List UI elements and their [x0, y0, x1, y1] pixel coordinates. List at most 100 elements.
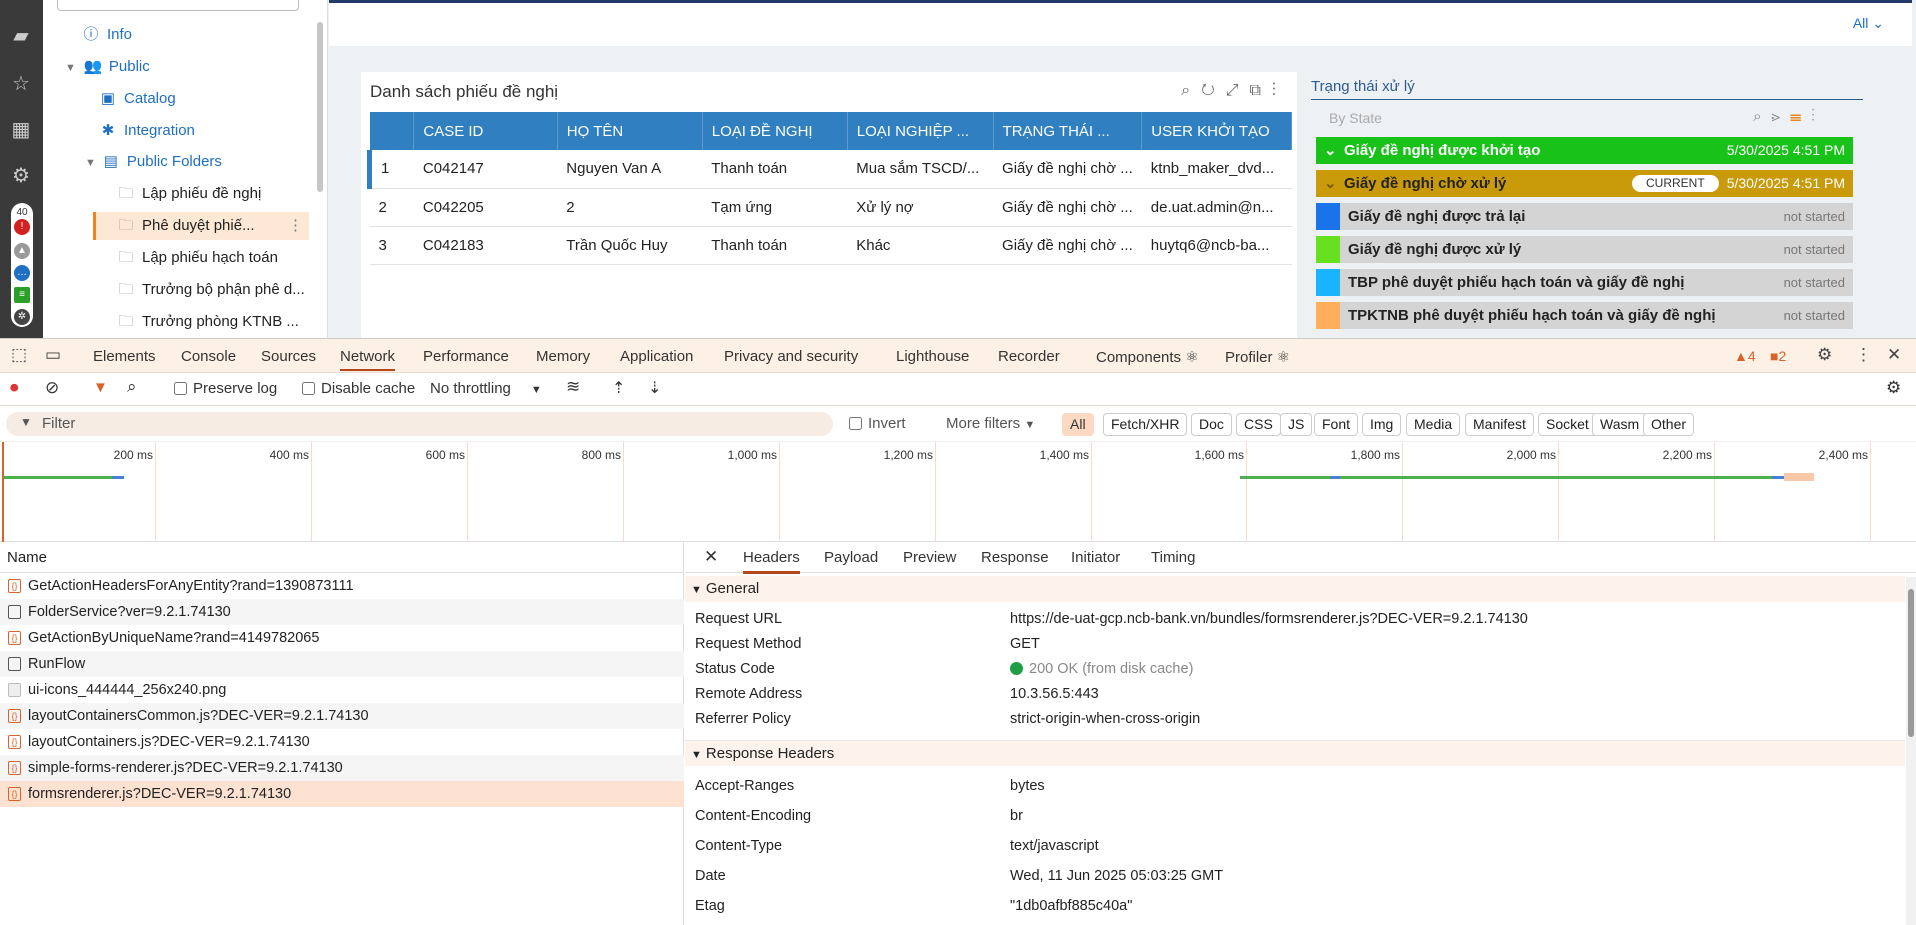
tab-recorder[interactable]: Recorder: [998, 348, 1060, 365]
warnings-counter[interactable]: ▲4: [1734, 348, 1756, 364]
column-header[interactable]: HỌ TÊN: [557, 112, 703, 150]
invert-checkbox[interactable]: Invert: [849, 415, 906, 432]
column-header[interactable]: LOẠI NGHIỆP ...: [847, 112, 994, 150]
tab-sources[interactable]: Sources: [261, 348, 316, 365]
search-icon[interactable]: ⌕: [1753, 108, 1771, 125]
clear-icon[interactable]: ⊘: [45, 378, 59, 398]
scrollbar-thumb[interactable]: [1908, 589, 1914, 737]
inspect-element-icon[interactable]: ⬚: [11, 345, 27, 365]
chat-icon[interactable]: …: [14, 265, 30, 281]
type-filter-doc[interactable]: Doc: [1191, 413, 1232, 436]
more-vertical-icon[interactable]: ⋮: [288, 212, 303, 240]
popout-icon[interactable]: ⧉: [1250, 82, 1272, 99]
type-filter-css[interactable]: CSS: [1236, 413, 1281, 436]
tree-search-box[interactable]: [57, 0, 299, 11]
tree-item-folder[interactable]: 🗀 Lập phiếu đề nghị: [117, 180, 261, 208]
more-vertical-icon[interactable]: ⋮: [1811, 108, 1825, 125]
tab-preview[interactable]: Preview: [903, 549, 956, 566]
tab-performance[interactable]: Performance: [423, 348, 509, 365]
tree-item-folder[interactable]: 🗀 Trưởng phòng KTNB ...: [117, 308, 298, 336]
checkbox[interactable]: [174, 382, 187, 395]
type-filter-media[interactable]: Media: [1406, 413, 1461, 436]
warning-icon[interactable]: ▲: [14, 243, 30, 259]
filter-funnel-icon[interactable]: ▼: [93, 379, 108, 396]
more-filters-dropdown[interactable]: More filters ▼: [946, 415, 1035, 432]
name-column-header[interactable]: Name: [0, 542, 684, 573]
expand-down-icon[interactable]: ▼: [85, 157, 96, 169]
column-header[interactable]: TRẠNG THÁI ...: [993, 112, 1143, 150]
state-row[interactable]: Giấy đề nghị được trả lại not started: [1316, 203, 1853, 230]
filter-input[interactable]: ▼ Filter: [6, 412, 833, 436]
response-headers-section-header[interactable]: ▼ Response Headers: [685, 740, 1905, 766]
grid-icon[interactable]: ▦: [9, 118, 33, 142]
state-row[interactable]: TPKTNB phê duyệt phiếu hạch toán và giấy…: [1316, 302, 1853, 329]
by-state-dropdown[interactable]: By State: [1329, 110, 1382, 126]
search-icon[interactable]: ⌕: [127, 377, 137, 397]
tree-item-folder[interactable]: 🗀 Lập phiếu hạch toán: [117, 244, 277, 272]
type-filter-manifest[interactable]: Manifest: [1465, 413, 1534, 436]
tab-payload[interactable]: Payload: [824, 549, 878, 566]
folder-open-icon[interactable]: ▰: [9, 24, 33, 48]
collapse-icon[interactable]: ⋗: [1772, 108, 1790, 125]
network-settings-icon[interactable]: ⚙: [1886, 378, 1901, 398]
state-row-pending[interactable]: ⌄ Giấy đề nghị chờ xử lý CURRENT 5/30/20…: [1316, 170, 1853, 197]
document-icon[interactable]: ≡: [14, 287, 30, 303]
column-header[interactable]: LOẠI ĐỀ NGHỊ: [702, 112, 848, 150]
network-conditions-icon[interactable]: ≋: [566, 377, 580, 397]
type-filter-socket[interactable]: Socket: [1538, 413, 1597, 436]
tab-response[interactable]: Response: [981, 549, 1049, 566]
table-row[interactable]: 2 C042205 2 Tạm ứng Xử lý nợ Giấy đề nghị chờ…: [369, 188, 1292, 227]
disable-cache-checkbox[interactable]: Disable cache: [302, 380, 415, 397]
request-row[interactable]: {} GetActionHeadersForAnyEntity?rand=1390…: [0, 573, 684, 599]
type-filter-js[interactable]: JS: [1280, 413, 1313, 436]
type-filter-wasm[interactable]: Wasm: [1592, 413, 1648, 436]
close-icon[interactable]: ✕: [1887, 345, 1901, 365]
tab-privacy-security[interactable]: Privacy and security: [724, 348, 858, 365]
details-scrollbar[interactable]: [1906, 577, 1916, 925]
tree-item-folder-selected[interactable]: 🗀 Phê duyệt phiế... ⋮: [93, 212, 309, 240]
request-row[interactable]: {} layoutContainersCommon.js?DEC-VER=9.2.…: [0, 703, 684, 729]
tab-headers[interactable]: Headers: [743, 549, 800, 574]
tab-application[interactable]: Application: [620, 348, 693, 365]
star-icon[interactable]: ☆: [9, 72, 33, 96]
close-details-icon[interactable]: ✕: [704, 547, 718, 567]
type-filter-font[interactable]: Font: [1314, 413, 1359, 436]
record-stop-icon[interactable]: ⏺: [10, 378, 19, 398]
table-row[interactable]: 1 C042147 Nguyen Van A Thanh toán Mua sắm TS…: [366, 150, 1292, 189]
tab-profiler[interactable]: Profiler ⚛: [1225, 348, 1290, 366]
state-row[interactable]: Giấy đề nghị được xử lý not started: [1316, 236, 1853, 263]
refresh-icon[interactable]: ↻: [1201, 82, 1226, 99]
type-filter-fetch-xhr[interactable]: Fetch/XHR: [1103, 413, 1188, 436]
tree-item-catalog[interactable]: ▣ Catalog: [99, 85, 176, 113]
tree-item-public-folders[interactable]: ▼ ▤ Public Folders: [85, 148, 222, 176]
tree-item-folder[interactable]: 🗀 Trưởng bộ phận phê d...: [117, 276, 304, 304]
export-har-icon[interactable]: ⇣: [648, 378, 661, 398]
type-filter-img[interactable]: Img: [1362, 413, 1402, 436]
error-icon[interactable]: !: [14, 219, 30, 235]
network-timeline-overview[interactable]: 200 ms 400 ms 600 ms 800 ms 1,000 ms 1,2…: [0, 441, 1916, 542]
table-row[interactable]: 3 C042183 Trần Quốc Huy Thanh toán Khác Giấy …: [369, 226, 1292, 265]
expand-down-icon[interactable]: ▼: [65, 62, 76, 74]
errors-counter[interactable]: ■2: [1770, 348, 1786, 364]
list-view-icon[interactable]: ☰: [1790, 108, 1811, 125]
general-section-header[interactable]: ▼ General: [685, 576, 1905, 602]
more-vertical-icon[interactable]: ⋮: [1855, 345, 1872, 365]
column-header[interactable]: USER KHỞI TẠO: [1141, 112, 1292, 150]
more-vertical-icon[interactable]: ⋮: [1272, 82, 1287, 99]
search-icon[interactable]: ⌕: [1181, 82, 1201, 99]
request-row[interactable]: FolderService?ver=9.2.1.74130: [0, 599, 684, 625]
tab-console[interactable]: Console: [181, 348, 236, 365]
request-row[interactable]: RunFlow: [0, 651, 684, 677]
state-row-initiated[interactable]: ⌄ Giấy đề nghị được khởi tạo 5/30/2025 4…: [1316, 137, 1853, 164]
tab-memory[interactable]: Memory: [536, 348, 590, 365]
column-header[interactable]: [369, 112, 415, 150]
expand-icon[interactable]: ⤢: [1226, 82, 1250, 99]
chevron-down-icon[interactable]: ⌄: [1324, 137, 1337, 164]
all-filter-dropdown[interactable]: All ⌄: [1853, 15, 1884, 32]
tree-item-public[interactable]: ▼ 👥 Public: [65, 53, 150, 81]
gear-icon[interactable]: ⚙: [9, 164, 33, 188]
tab-elements[interactable]: Elements: [93, 348, 156, 365]
settings-gear-icon[interactable]: ⚙: [1817, 345, 1832, 365]
tree-scrollbar[interactable]: [317, 22, 323, 192]
device-toolbar-icon[interactable]: ▭: [45, 345, 61, 365]
